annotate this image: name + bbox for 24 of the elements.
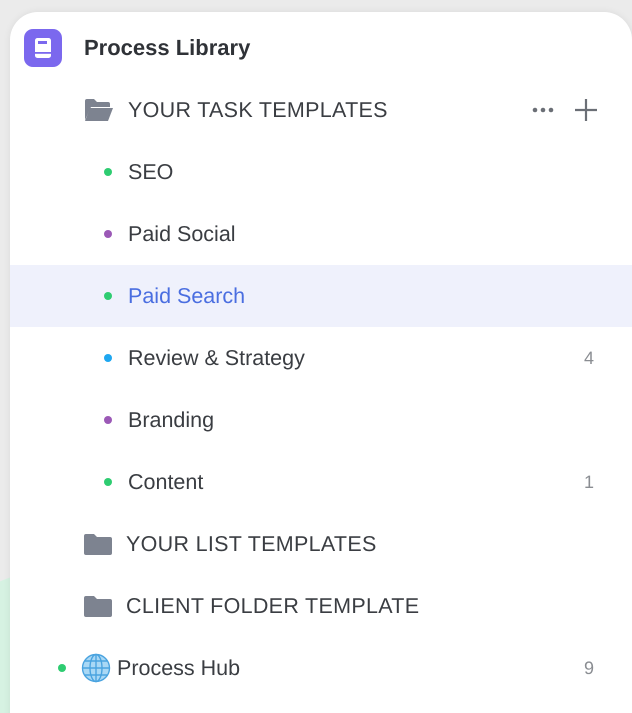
list-item[interactable]: Content 1	[10, 451, 632, 513]
folder-label[interactable]: CLIENT FOLDER TEMPLATE	[126, 594, 420, 618]
hub-label[interactable]: Process Hub	[117, 656, 240, 680]
item-label: Branding	[128, 408, 214, 432]
item-label: Content	[128, 470, 204, 494]
add-icon[interactable]	[574, 98, 598, 122]
item-count: 1	[584, 472, 594, 492]
item-label: SEO	[128, 160, 174, 184]
folder-label[interactable]: YOUR LIST TEMPLATES	[126, 532, 377, 556]
list-item[interactable]: Review & Strategy 4	[10, 327, 632, 389]
list-item[interactable]: Paid Social	[10, 203, 632, 265]
list-item[interactable]: Branding	[10, 389, 632, 451]
item-label: Review & Strategy	[128, 346, 305, 370]
folder-label[interactable]: YOUR TASK TEMPLATES	[128, 98, 388, 122]
globe-icon	[81, 653, 111, 683]
library-title[interactable]: Process Library	[84, 35, 250, 61]
item-label: Paid Search	[128, 284, 246, 308]
list-item[interactable]: SEO	[10, 141, 632, 203]
item-count: 4	[584, 348, 594, 368]
more-icon[interactable]	[532, 107, 554, 113]
list-item[interactable]: Paid Search	[10, 265, 632, 327]
item-label: Paid Social	[128, 222, 236, 246]
book-icon	[24, 29, 62, 67]
item-count: 9	[584, 658, 594, 678]
